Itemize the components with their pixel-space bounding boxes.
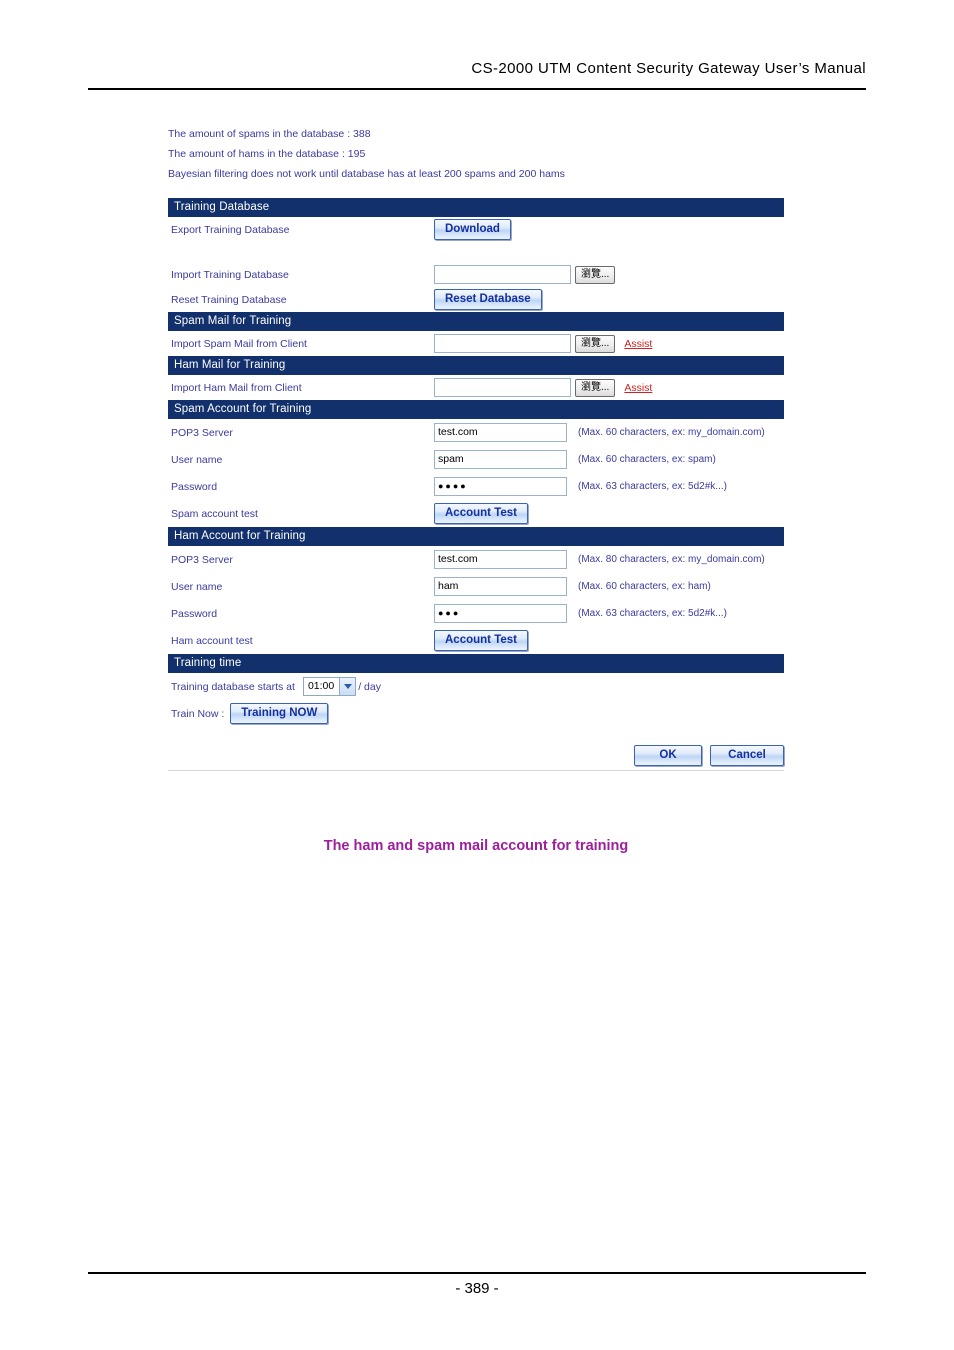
ham-password-input[interactable]: ●●●: [434, 604, 567, 623]
browse-button-spam-mail[interactable]: 瀏覽...: [575, 334, 616, 353]
assist-link-spam-mail[interactable]: Assist: [624, 338, 652, 350]
label-import-training-database: Import Training Database: [171, 268, 289, 281]
label-training-starts-at: Training database starts at: [171, 680, 295, 693]
download-button[interactable]: Download: [434, 219, 511, 240]
row-import-ham-mail: Import Ham Mail from Client 瀏覽... Assist: [168, 375, 784, 400]
spam-pop3-server-input[interactable]: [434, 423, 567, 442]
hint-ham-pop3-server: (Max. 80 characters, ex: my_domain.com): [578, 554, 765, 565]
ham-user-name-input[interactable]: [434, 577, 567, 596]
status-line-bayesian-note: Bayesian filtering does not work until d…: [168, 168, 565, 180]
training-now-button[interactable]: Training NOW: [230, 703, 329, 724]
assist-link-ham-mail[interactable]: Assist: [624, 382, 652, 394]
row-spam-password: Password ●●●● (Max. 63 characters, ex: 5…: [168, 473, 784, 500]
label-ham-user-name: User name: [171, 580, 223, 593]
hint-ham-password: (Max. 63 characters, ex: 5d2#k...): [578, 608, 727, 619]
row-train-now: Train Now : Training NOW: [168, 700, 784, 727]
figure-caption: The ham and spam mail account for traini…: [323, 838, 629, 854]
section-header-ham-mail-training: Ham Mail for Training: [168, 356, 784, 375]
label-import-ham-mail: Import Ham Mail from Client: [171, 381, 302, 394]
label-per-day: / day: [358, 680, 381, 693]
training-start-time-value: 01:00: [307, 680, 335, 692]
section-header-ham-account-training: Ham Account for Training: [168, 527, 784, 546]
reset-database-button[interactable]: Reset Database: [434, 289, 542, 310]
application-screenshot: The amount of spams in the database : 38…: [168, 124, 784, 771]
row-ham-account-test: Ham account test Account Test: [168, 627, 784, 654]
header-rule: [88, 88, 866, 90]
section-header-spam-account-training: Spam Account for Training: [168, 400, 784, 419]
section-header-training-database: Training Database: [168, 198, 784, 217]
row-export-training-database: Export Training Database Download: [168, 217, 784, 242]
section-header-spam-mail-training: Spam Mail for Training: [168, 312, 784, 331]
row-spacer: [168, 242, 784, 262]
label-spam-account-test: Spam account test: [171, 507, 258, 520]
browse-button-ham-mail[interactable]: 瀏覽...: [575, 378, 616, 397]
row-spam-account-test: Spam account test Account Test: [168, 500, 784, 527]
row-ham-pop3-server: POP3 Server (Max. 80 characters, ex: my_…: [168, 546, 784, 573]
spam-account-test-button[interactable]: Account Test: [434, 503, 528, 524]
import-training-database-file-input[interactable]: [434, 265, 571, 284]
label-ham-pop3-server: POP3 Server: [171, 553, 233, 566]
import-ham-mail-file-input[interactable]: [434, 378, 571, 397]
chevron-down-icon[interactable]: [339, 678, 356, 695]
hint-spam-pop3-server: (Max. 60 characters, ex: my_domain.com): [578, 427, 765, 438]
form-footer: OK Cancel: [168, 745, 784, 771]
row-reset-training-database: Reset Training Database Reset Database: [168, 287, 784, 312]
status-line-spam-count: The amount of spams in the database : 38…: [168, 128, 371, 140]
spam-user-name-input[interactable]: [434, 450, 567, 469]
training-start-time-select[interactable]: 01:00: [302, 677, 357, 696]
row-spam-pop3-server: POP3 Server (Max. 60 characters, ex: my_…: [168, 419, 784, 446]
row-training-start-time: Training database starts at 01:00 / day: [168, 673, 784, 700]
page-header-title: CS-2000 UTM Content Security Gateway Use…: [471, 60, 866, 77]
hint-spam-password: (Max. 63 characters, ex: 5d2#k...): [578, 481, 727, 492]
label-export-training-database: Export Training Database: [171, 223, 290, 236]
browse-button-training-database[interactable]: 瀏覽...: [575, 265, 616, 284]
row-ham-user-name: User name (Max. 60 characters, ex: ham): [168, 573, 784, 600]
hint-ham-user-name: (Max. 60 characters, ex: ham): [578, 581, 711, 592]
page-number: - 389 -: [455, 1280, 499, 1297]
label-train-now: Train Now :: [171, 707, 225, 720]
label-ham-account-test: Ham account test: [171, 634, 253, 647]
row-ham-password: Password ●●● (Max. 63 characters, ex: 5d…: [168, 600, 784, 627]
label-reset-training-database: Reset Training Database: [171, 293, 287, 306]
spam-password-input[interactable]: ●●●●: [434, 477, 567, 496]
import-spam-mail-file-input[interactable]: [434, 334, 571, 353]
cancel-button[interactable]: Cancel: [710, 745, 784, 766]
footer-rule: [88, 1272, 866, 1274]
hint-spam-user-name: (Max. 60 characters, ex: spam): [578, 454, 716, 465]
section-header-training-time: Training time: [168, 654, 784, 673]
row-import-spam-mail: Import Spam Mail from Client 瀏覽... Assis…: [168, 331, 784, 356]
label-ham-password: Password: [171, 607, 218, 620]
label-spam-pop3-server: POP3 Server: [171, 426, 233, 439]
label-spam-password: Password: [171, 480, 218, 493]
database-status-block: The amount of spams in the database : 38…: [168, 124, 784, 184]
ok-button[interactable]: OK: [634, 745, 702, 766]
ham-account-test-button[interactable]: Account Test: [434, 630, 528, 651]
label-spam-user-name: User name: [171, 453, 223, 466]
row-spam-user-name: User name (Max. 60 characters, ex: spam): [168, 446, 784, 473]
ham-pop3-server-input[interactable]: [434, 550, 567, 569]
row-import-training-database: Import Training Database 瀏覽...: [168, 262, 784, 287]
label-import-spam-mail: Import Spam Mail from Client: [171, 337, 307, 350]
status-line-ham-count: The amount of hams in the database : 195: [168, 148, 366, 160]
